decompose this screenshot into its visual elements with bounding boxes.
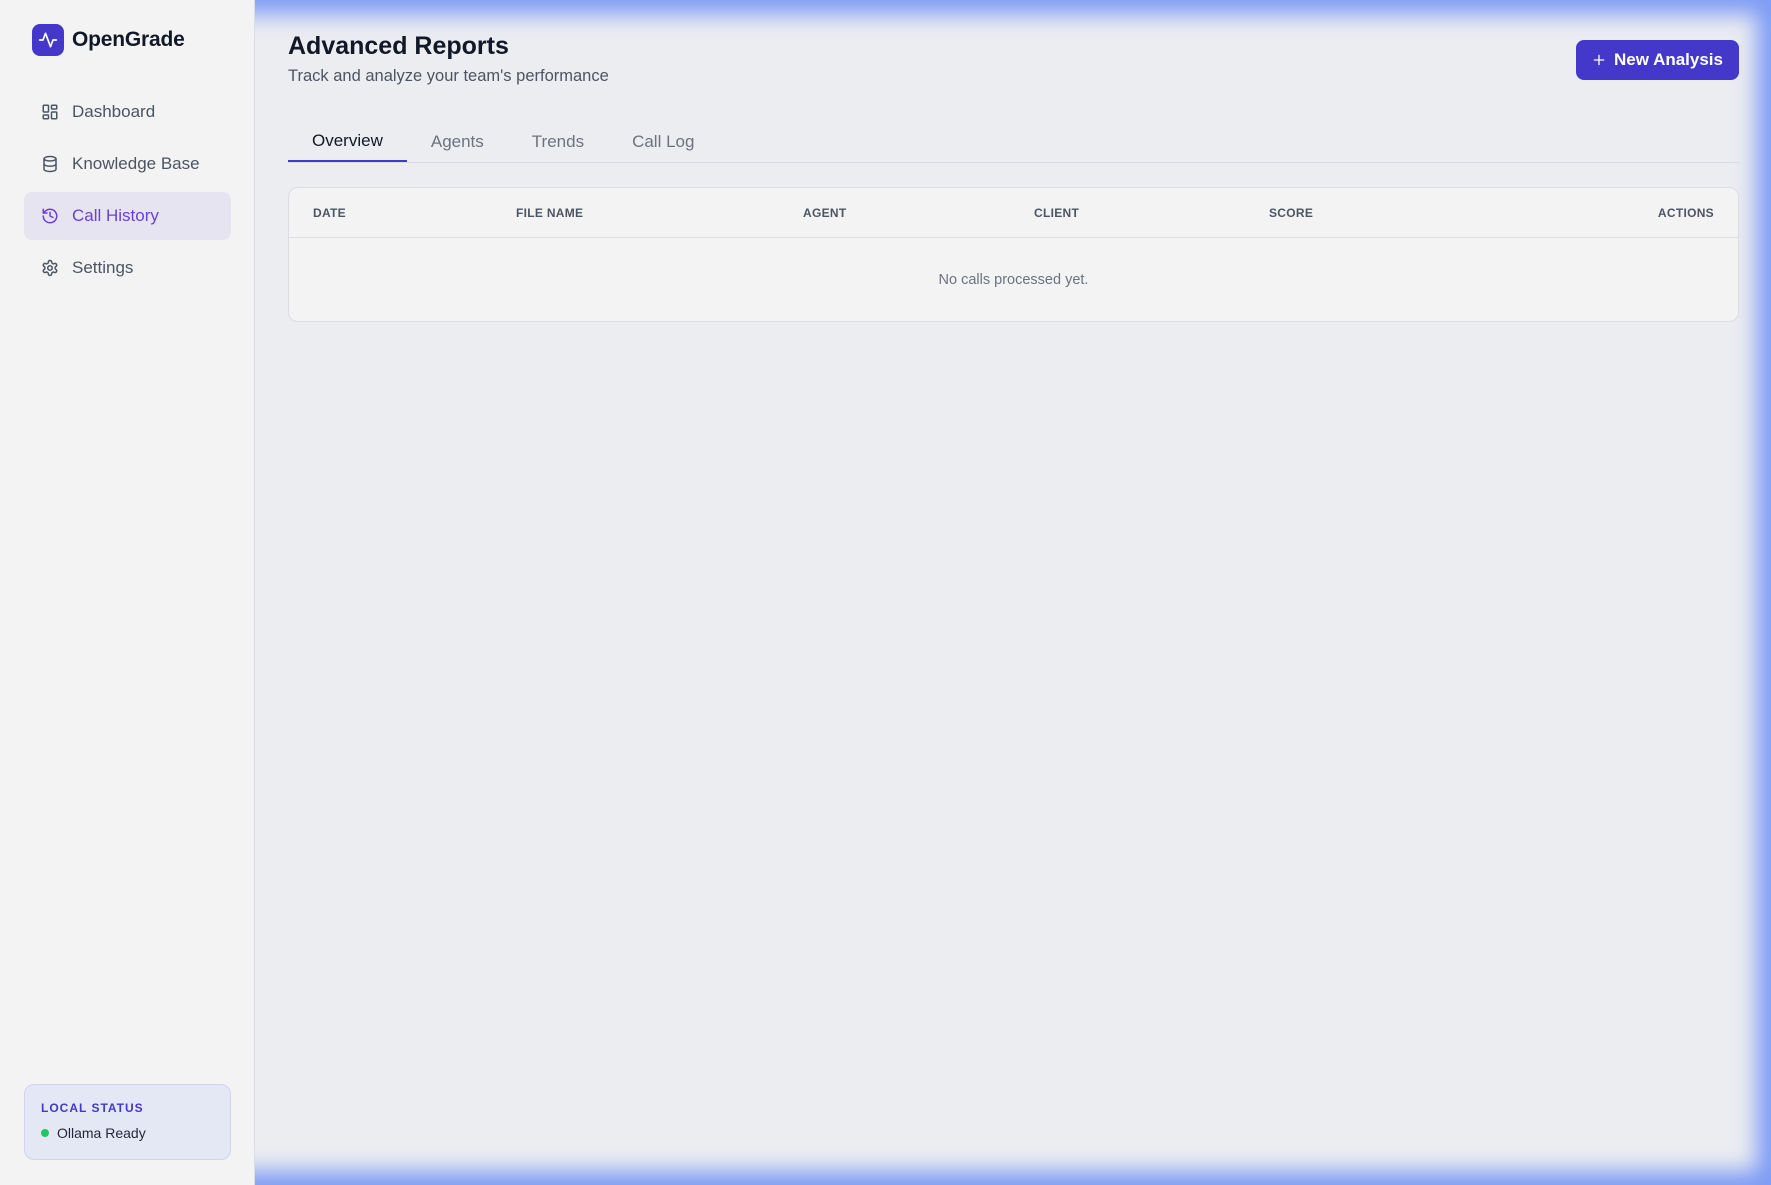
app-window: OpenGrade Dashboard Knowledge Base Call …: [0, 0, 1771, 1185]
sidebar-item-settings[interactable]: Settings: [24, 244, 231, 292]
sidebar-item-label: Call History: [72, 206, 159, 225]
sidebar-item-label: Knowledge Base: [72, 154, 200, 173]
page-subtitle: Track and analyze your team's performanc…: [288, 67, 609, 85]
new-analysis-label: New Analysis: [1614, 50, 1723, 69]
column-header-actions: ACTIONS: [1657, 205, 1714, 220]
tab-call-log[interactable]: Call Log: [608, 122, 718, 162]
history-icon: [40, 206, 60, 226]
sidebar: OpenGrade Dashboard Knowledge Base Call …: [0, 0, 255, 1185]
layout-grid-icon: [40, 102, 60, 122]
status-text: Ollama Ready: [57, 1125, 146, 1141]
tab-trends[interactable]: Trends: [508, 122, 608, 162]
status-title: LOCAL STATUS: [41, 1101, 144, 1115]
table-empty-message: No calls processed yet.: [938, 271, 1089, 288]
app-logo[interactable]: OpenGrade: [32, 24, 185, 56]
status-row: Ollama Ready: [41, 1125, 214, 1141]
tab-overview[interactable]: Overview: [288, 122, 407, 162]
table-header-row: DATE FILE NAME AGENT CLIENT SCORE ACTION…: [289, 188, 1738, 238]
column-header-client[interactable]: CLIENT: [1034, 188, 1079, 237]
sidebar-item-label: Settings: [72, 258, 134, 277]
column-header-agent[interactable]: AGENT: [803, 188, 847, 237]
status-dot-icon: [41, 1129, 49, 1137]
report-tabs: Overview Agents Trends Call Log: [288, 122, 1739, 163]
database-icon: [40, 154, 60, 174]
gear-icon: [40, 258, 60, 278]
page-title: Advanced Reports: [288, 32, 509, 60]
sidebar-item-call-history[interactable]: Call History: [24, 192, 231, 240]
column-header-file-name[interactable]: FILE NAME: [516, 188, 583, 237]
activity-pulse-icon: [32, 24, 64, 56]
sidebar-item-knowledge-base[interactable]: Knowledge Base: [24, 140, 231, 188]
column-header-score[interactable]: SCORE: [1269, 188, 1313, 237]
sidebar-nav: Dashboard Knowledge Base Call History Se…: [24, 88, 231, 296]
sidebar-item-label: Dashboard: [72, 102, 156, 121]
column-header-date[interactable]: DATE: [313, 188, 346, 237]
new-analysis-button[interactable]: New Analysis: [1576, 40, 1739, 80]
calls-table: DATE FILE NAME AGENT CLIENT SCORE ACTION…: [288, 187, 1739, 322]
local-status-card: LOCAL STATUS Ollama Ready: [24, 1084, 231, 1160]
tab-agents[interactable]: Agents: [407, 122, 508, 162]
app-name: OpenGrade: [72, 28, 185, 51]
plus-icon: [1592, 53, 1606, 67]
sidebar-item-dashboard[interactable]: Dashboard: [24, 88, 231, 136]
